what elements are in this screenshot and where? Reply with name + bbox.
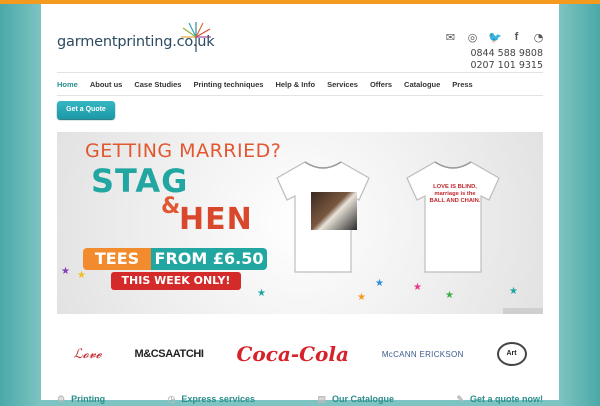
- star-decoration-icon: ★: [257, 288, 266, 299]
- client-logo-artwork: ℒ𝓸𝓿𝓮: [73, 346, 102, 362]
- star-decoration-icon: ★: [357, 292, 366, 303]
- footer-printing[interactable]: ⚙ Printing: [57, 392, 105, 406]
- nav-services[interactable]: Services: [327, 80, 358, 89]
- main-nav: Home About us Case Studies Printing tech…: [57, 72, 543, 96]
- star-decoration-icon: ★: [445, 290, 454, 301]
- promo-banner[interactable]: GETTING MARRIED? STAG & HEN TEES FROM £6…: [57, 132, 543, 314]
- star-decoration-icon: ★: [77, 270, 86, 281]
- banner-hen: HEN: [179, 202, 253, 237]
- banner-promo-badge: THIS WEEK ONLY!: [111, 272, 241, 290]
- get-quote-button[interactable]: Get a Quote: [57, 101, 115, 119]
- star-decoration-icon: ★: [509, 286, 518, 297]
- nav-offers[interactable]: Offers: [370, 80, 392, 89]
- star-decoration-icon: ★: [375, 278, 384, 289]
- client-logos: ℒ𝓸𝓿𝓮 M&CSAATCHI Coca-Cola McCANN ERICKSO…: [57, 326, 543, 382]
- footer-get-quote[interactable]: ✎ Get a quote now!: [456, 392, 543, 406]
- phone-number-2: 0207 101 9315: [470, 60, 543, 71]
- social-links: ✉ ◎ 🐦 f ◔: [444, 31, 545, 44]
- tshirt-image: [406, 161, 500, 273]
- mail-icon[interactable]: ✉: [444, 31, 457, 44]
- footer-links: ⚙ Printing ◷ Express services ▤ Our Catalog…: [57, 392, 543, 406]
- phone-numbers: 0844 588 9808 0207 101 9315: [470, 48, 543, 72]
- twitter-icon[interactable]: 🐦: [488, 31, 502, 44]
- clock-icon: ◷: [167, 393, 176, 404]
- wedding-photo: [311, 192, 357, 230]
- star-decoration-icon: ★: [413, 282, 422, 293]
- nav-press[interactable]: Press: [452, 80, 472, 89]
- footer-express-services[interactable]: ◷ Express services: [168, 392, 255, 406]
- nav-case-studies[interactable]: Case Studies: [134, 80, 181, 89]
- client-logo-art: Art: [496, 342, 527, 366]
- footer-catalogue[interactable]: ▤ Our Catalogue: [317, 392, 394, 406]
- nav-home[interactable]: Home: [57, 80, 78, 89]
- facebook-icon[interactable]: f: [510, 31, 523, 44]
- tshirt-slogan: LOVE IS BLIND, marriage is the BALL AND …: [429, 184, 481, 204]
- banner-price: FROM £6.50: [151, 248, 267, 270]
- page-container: garmentprinting.co.uk ✉ ◎ 🐦 f ◔ 0844 588…: [41, 4, 559, 404]
- nav-printing-techniques[interactable]: Printing techniques: [193, 80, 263, 89]
- phone-number-1: 0844 588 9808: [470, 48, 543, 59]
- site-logo[interactable]: garmentprinting.co.uk: [57, 34, 215, 50]
- gear-icon: ⚙: [57, 393, 66, 404]
- dribbble-icon[interactable]: ◎: [466, 31, 479, 44]
- rss-icon[interactable]: ◔: [532, 31, 545, 44]
- chat-icon: ✎: [456, 393, 464, 404]
- book-icon: ▤: [317, 393, 326, 404]
- client-logo-mc-saatchi: M&CSAATCHI: [134, 348, 204, 360]
- banner-headline: GETTING MARRIED?: [85, 140, 282, 162]
- star-decoration-icon: ★: [61, 266, 70, 277]
- client-logo-coca-cola: Coca-Cola: [236, 342, 349, 366]
- banner-ampersand: &: [161, 194, 181, 219]
- nav-catalogue[interactable]: Catalogue: [404, 80, 440, 89]
- nav-help-info[interactable]: Help & Info: [275, 80, 315, 89]
- client-logo-mccann-erickson: McCANN ERICKSON: [381, 349, 464, 359]
- banner-slider-tab[interactable]: [503, 308, 543, 314]
- nav-about-us[interactable]: About us: [90, 80, 123, 89]
- banner-tees-label: TEES: [83, 248, 151, 270]
